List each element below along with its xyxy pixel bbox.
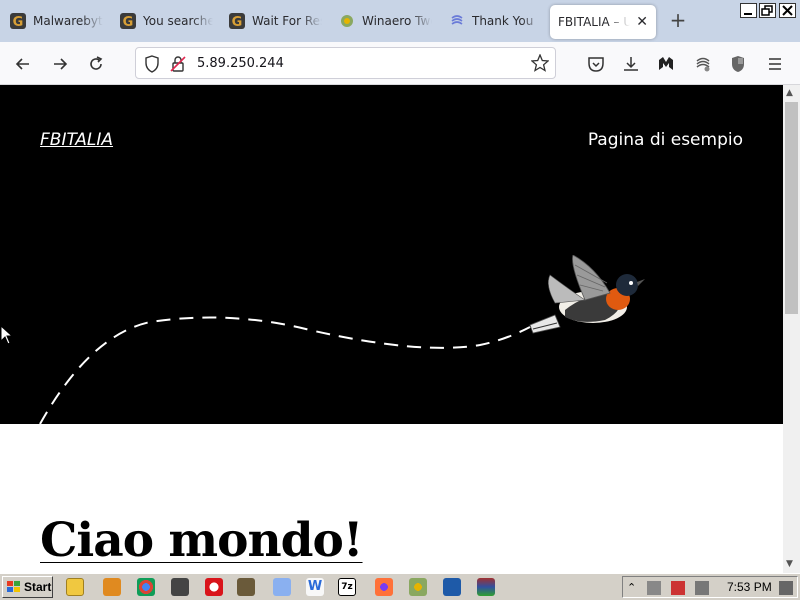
extension-button[interactable] <box>690 51 716 77</box>
pocket-icon <box>588 57 604 72</box>
taskbar: Start W 7z ⌃ 7:53 PM <box>0 573 800 600</box>
tab-title: Thank You <box>472 14 534 28</box>
url-text[interactable]: 5.89.250.244 <box>197 56 284 71</box>
url-bar[interactable]: 5.89.250.244 <box>135 47 556 79</box>
scroll-up-arrow-icon[interactable]: ▲ <box>786 88 793 98</box>
opera-icon[interactable] <box>205 578 223 596</box>
tab-strip: G Malwarebytes G You searched G Wait For… <box>0 0 800 42</box>
start-button[interactable]: Start <box>2 576 53 598</box>
display-icon[interactable] <box>779 581 793 595</box>
close-tab-icon[interactable]: ✕ <box>636 14 648 30</box>
swirl-icon <box>449 13 465 29</box>
extension-swirl-icon <box>696 57 710 72</box>
malwarebytes-taskbar-icon[interactable] <box>443 578 461 596</box>
volume-muted-icon[interactable] <box>695 581 709 595</box>
tab-fbitalia[interactable]: FBITALIA – Un ✕ <box>550 5 656 39</box>
scroll-down-arrow-icon[interactable]: ▼ <box>786 559 793 569</box>
app-box-icon[interactable] <box>171 578 189 596</box>
restore-button[interactable] <box>759 3 776 18</box>
pocket-button[interactable] <box>583 51 609 77</box>
g-icon: G <box>10 13 26 29</box>
hamburger-icon <box>769 58 781 70</box>
navigation-toolbar: 5.89.250.244 <box>0 42 800 85</box>
system-tray: ⌃ 7:53 PM <box>622 576 798 598</box>
chrome-icon[interactable] <box>137 578 155 596</box>
adblock-shield-icon <box>732 56 744 72</box>
menu-button[interactable] <box>762 51 788 77</box>
winrar-icon[interactable] <box>477 578 495 596</box>
back-arrow-icon <box>15 58 29 70</box>
shield-icon[interactable] <box>144 55 160 77</box>
close-window-button[interactable] <box>779 3 796 18</box>
bird-illustration <box>529 255 645 334</box>
show-hidden-icons-icon[interactable]: ⌃ <box>627 581 641 595</box>
svg-text:G: G <box>232 15 243 29</box>
insecure-lock-icon[interactable] <box>170 55 186 77</box>
minecraft-icon[interactable] <box>237 578 255 596</box>
scrollbar-thumb[interactable] <box>785 102 798 314</box>
mouse-cursor-icon <box>0 325 12 345</box>
reload-button[interactable] <box>83 51 109 77</box>
tab-title: FBITALIA – Un <box>558 15 630 29</box>
tab-malwarebytes[interactable]: G Malwarebytes <box>0 4 112 38</box>
explorer-icon[interactable] <box>66 578 84 596</box>
winaero-icon <box>339 13 355 29</box>
media-player-icon[interactable] <box>103 578 121 596</box>
tab-wait-for-results[interactable]: G Wait For Res <box>219 4 331 38</box>
minimize-button[interactable] <box>740 3 757 18</box>
downloads-button[interactable] <box>618 51 644 77</box>
clock[interactable]: 7:53 PM <box>727 580 772 594</box>
tab-title: Malwarebytes <box>33 14 103 28</box>
post-title-link[interactable]: Ciao mondo! <box>40 513 364 568</box>
reload-icon <box>90 56 103 70</box>
network-icon[interactable] <box>647 581 661 595</box>
g-icon: G <box>120 13 136 29</box>
wordpad-icon[interactable]: W <box>306 578 324 596</box>
shield-extension-button[interactable] <box>725 51 751 77</box>
dashed-flight-path <box>39 316 531 424</box>
vertical-scrollbar[interactable]: ▲ ▼ <box>783 85 800 573</box>
svg-text:G: G <box>13 15 24 29</box>
winaero-tweaker-icon[interactable] <box>409 578 427 596</box>
7zip-icon[interactable]: 7z <box>338 578 356 596</box>
start-label: Start <box>24 580 52 594</box>
malwarebytes-extension-button[interactable] <box>653 51 679 77</box>
svg-text:G: G <box>123 15 134 29</box>
download-icon <box>624 57 638 71</box>
tab-title: Wait For Res <box>252 14 322 28</box>
tab-winaero[interactable]: Winaero Twe <box>329 4 441 38</box>
hero-header: FBITALIA Pagina di esempio <box>0 85 783 424</box>
firefox-icon[interactable] <box>375 578 393 596</box>
tab-title: You searched <box>143 14 213 28</box>
forward-arrow-icon <box>54 58 68 70</box>
security-alert-icon[interactable] <box>671 581 685 595</box>
forward-button[interactable] <box>47 51 73 77</box>
tab-you-searched[interactable]: G You searched <box>110 4 222 38</box>
windows-flag-icon <box>7 581 20 592</box>
g-icon: G <box>229 13 245 29</box>
tab-thank-you[interactable]: Thank You <box>439 4 551 38</box>
back-button[interactable] <box>10 51 36 77</box>
malwarebytes-icon <box>659 57 673 70</box>
wings-icon[interactable] <box>273 578 291 596</box>
bookmark-star-icon[interactable] <box>530 53 550 76</box>
tab-title: Winaero Twe <box>362 14 432 28</box>
page-viewport: FBITALIA Pagina di esempio Ciao mondo! <box>0 85 783 573</box>
new-tab-button[interactable]: + <box>667 10 689 32</box>
